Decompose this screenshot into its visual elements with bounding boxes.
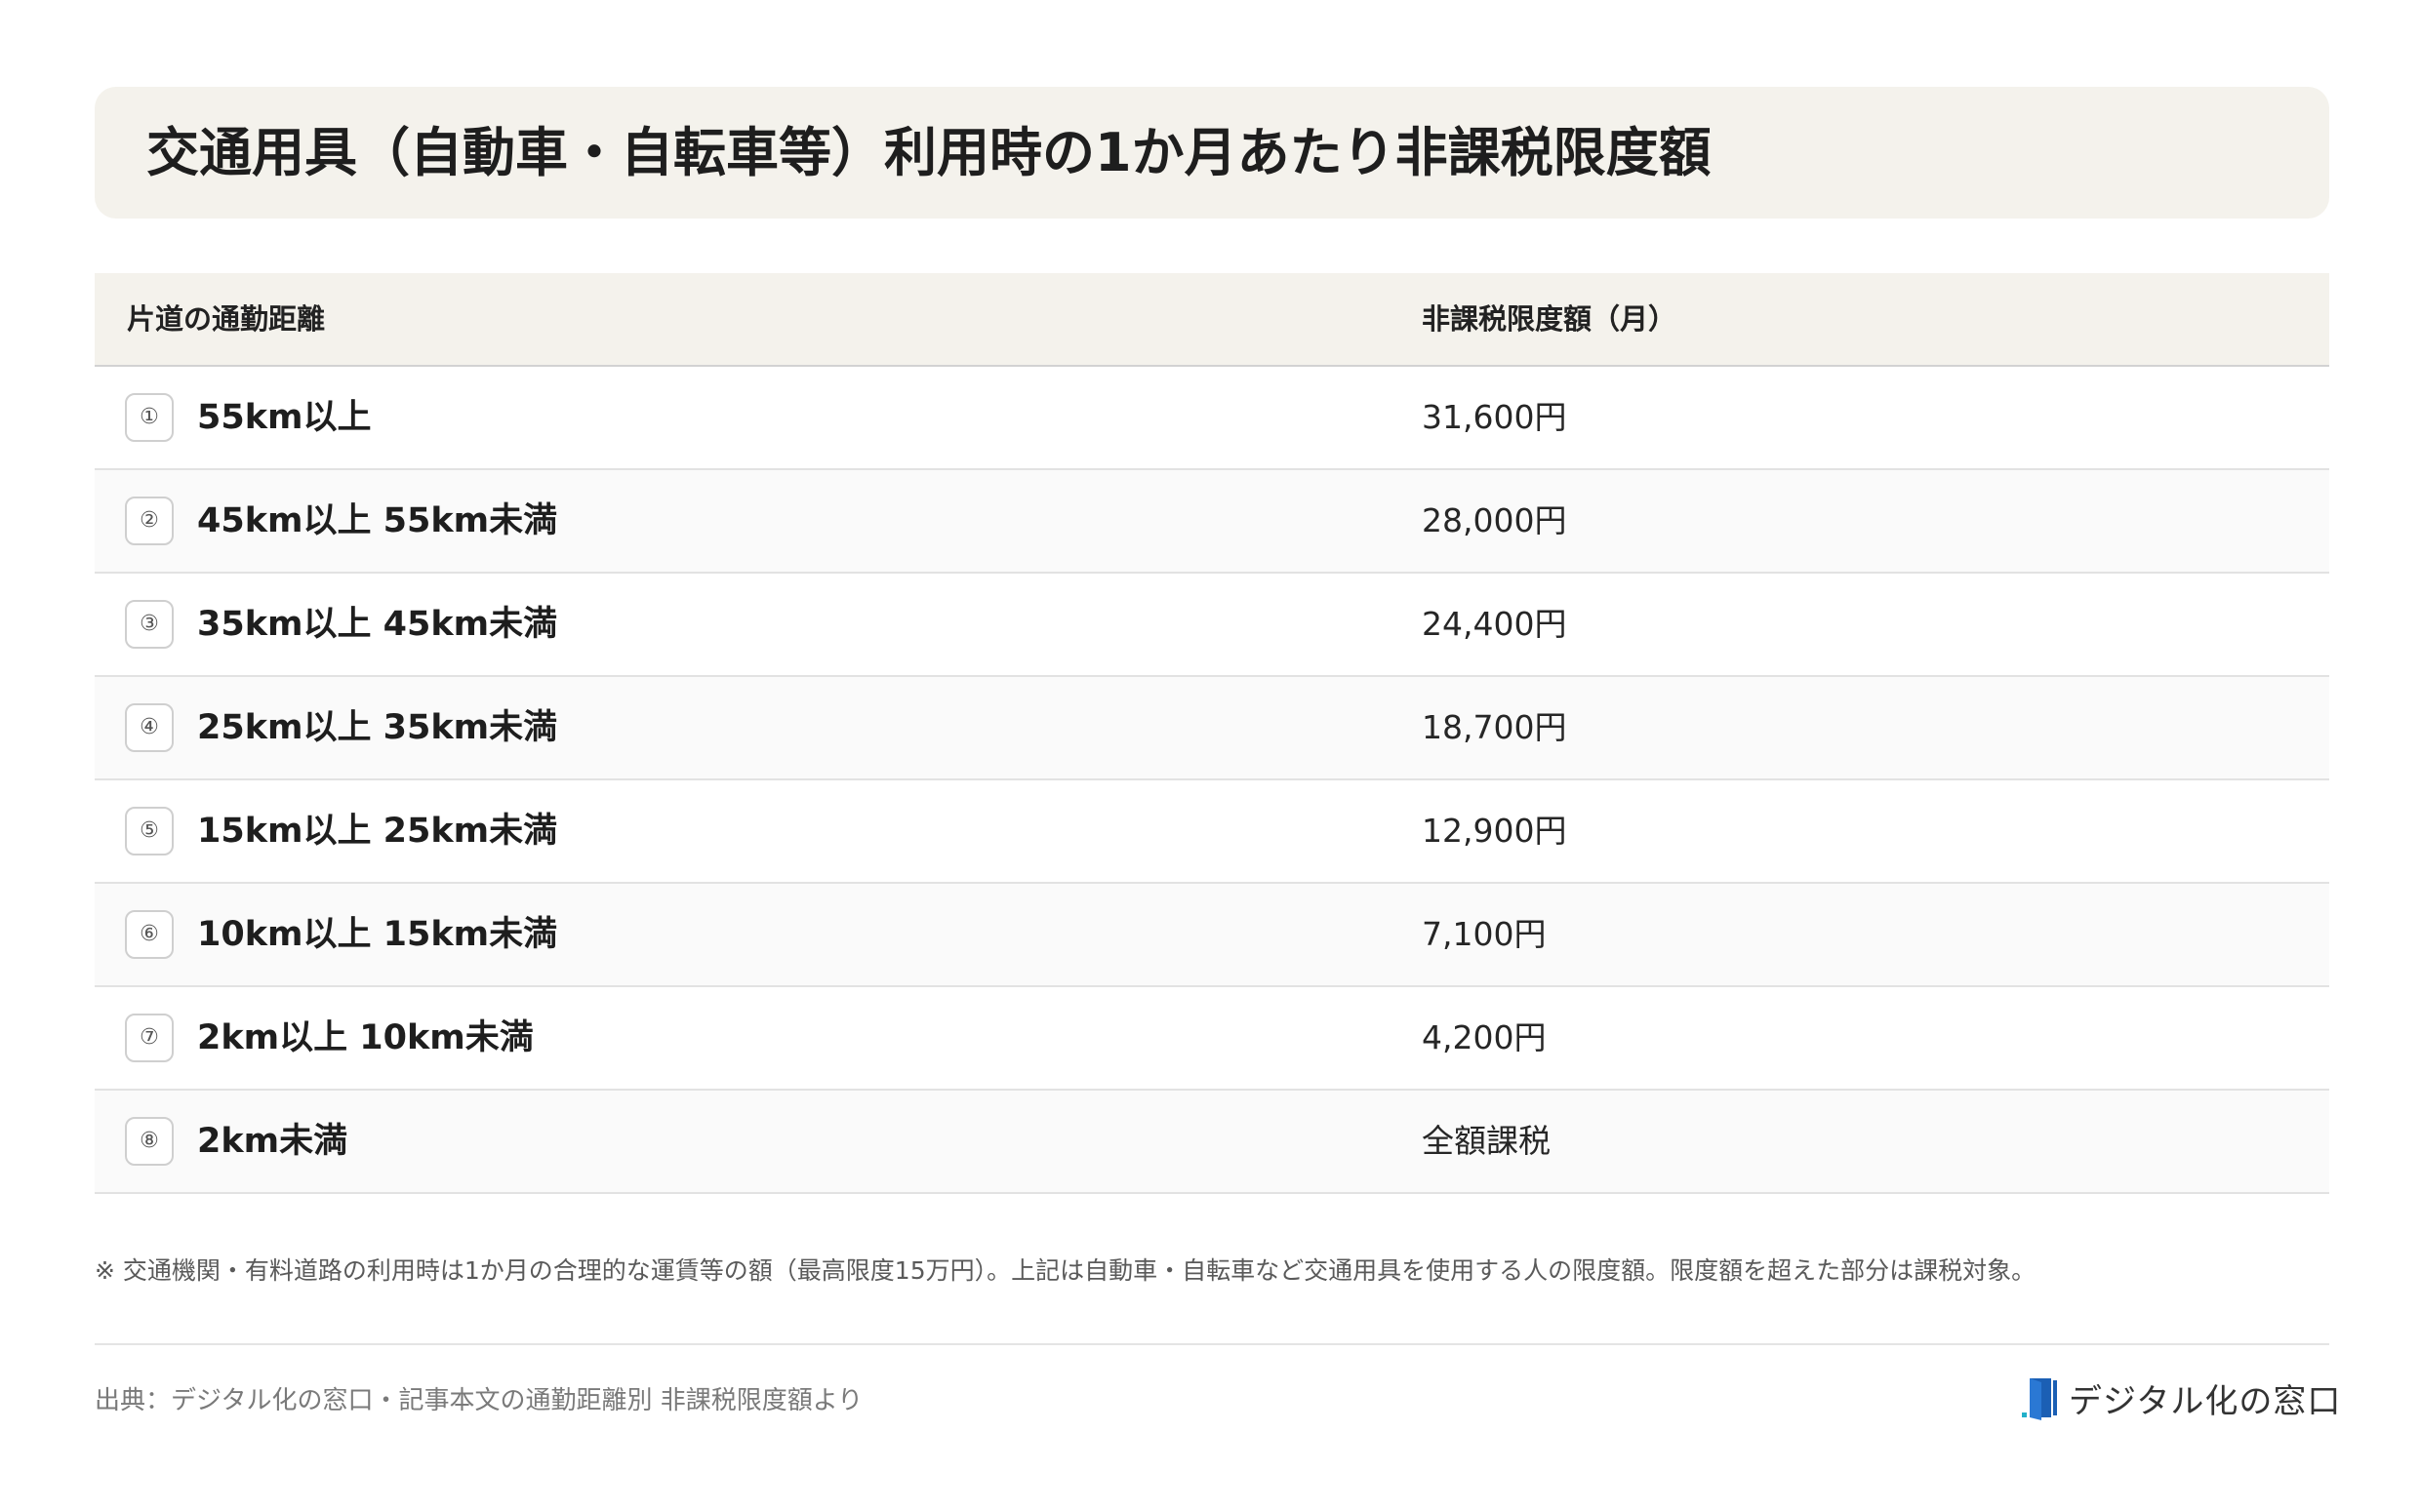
footnote: ※ 交通機関・有料道路の利用時は1か月の合理的な運賃等の額（最高限度15万円）。… (95, 1256, 2037, 1285)
limit-amount: 24,400円 (1422, 605, 1567, 643)
table-row: ① 55km以上 31,600円 (95, 367, 2329, 470)
row-number-badge: ⑤ (125, 807, 174, 855)
brand-name: デジタル化の窓口 (2069, 1381, 2342, 1421)
column-header-limit: 非課税限度額（月） (1422, 302, 1677, 336)
source-credit: 出典：デジタル化の窓口・記事本文の通勤距離別 非課税限度額より (95, 1386, 864, 1415)
limit-amount: 4,200円 (1422, 1018, 1547, 1056)
table-body: ① 55km以上 31,600円 ② 45km以上 55km未満 28,000円 ③ 35km… (95, 367, 2329, 1194)
row-number-badge: ② (125, 497, 174, 545)
distance-range: 25km以上 35km未満 (197, 708, 558, 747)
limit-amount: 全額課税 (1422, 1122, 1551, 1160)
limit-amount: 31,600円 (1422, 398, 1567, 436)
distance-range: 2km未満 (197, 1122, 348, 1161)
table-row: ② 45km以上 55km未満 28,000円 (95, 470, 2329, 574)
distance-range: 55km以上 (197, 398, 372, 437)
table-row: ⑦ 2km以上 10km未満 4,200円 (95, 987, 2329, 1091)
row-number-badge: ⑥ (125, 910, 174, 959)
door-logo-icon (2020, 1375, 2059, 1420)
table-row: ⑧ 2km未満 全額課税 (95, 1091, 2329, 1194)
distance-range: 35km以上 45km未満 (197, 605, 558, 644)
distance-range: 10km以上 15km未満 (197, 915, 558, 954)
distance-range: 2km以上 10km未満 (197, 1018, 534, 1057)
column-header-distance: 片道の通勤距離 (127, 302, 326, 336)
table-row: ④ 25km以上 35km未満 18,700円 (95, 677, 2329, 780)
row-number-badge: ⑧ (125, 1117, 174, 1166)
table-header: 片道の通勤距離 非課税限度額（月） (95, 273, 2329, 367)
distance-range: 45km以上 55km未満 (197, 501, 558, 540)
brand-logo: デジタル化の窓口 (2020, 1375, 2342, 1421)
limit-amount: 12,900円 (1422, 812, 1567, 850)
table-row: ③ 35km以上 45km未満 24,400円 (95, 574, 2329, 677)
title-box: 交通用具（自動車・自転車等）利用時の1か月あたり非課税限度額 (95, 87, 2329, 219)
page-title: 交通用具（自動車・自転車等）利用時の1か月あたり非課税限度額 (146, 122, 1712, 183)
limit-amount: 18,700円 (1422, 708, 1567, 746)
table-row: ⑥ 10km以上 15km未満 7,100円 (95, 884, 2329, 987)
limit-amount: 7,100円 (1422, 915, 1547, 953)
row-number-badge: ⑦ (125, 1014, 174, 1062)
divider (95, 1343, 2329, 1345)
row-number-badge: ① (125, 393, 174, 442)
limit-table: 片道の通勤距離 非課税限度額（月） ① 55km以上 31,600円 ② 45km以上 … (95, 273, 2329, 1194)
row-number-badge: ④ (125, 703, 174, 752)
limit-amount: 28,000円 (1422, 501, 1567, 539)
distance-range: 15km以上 25km未満 (197, 812, 558, 851)
row-number-badge: ③ (125, 600, 174, 649)
table-row: ⑤ 15km以上 25km未満 12,900円 (95, 780, 2329, 884)
